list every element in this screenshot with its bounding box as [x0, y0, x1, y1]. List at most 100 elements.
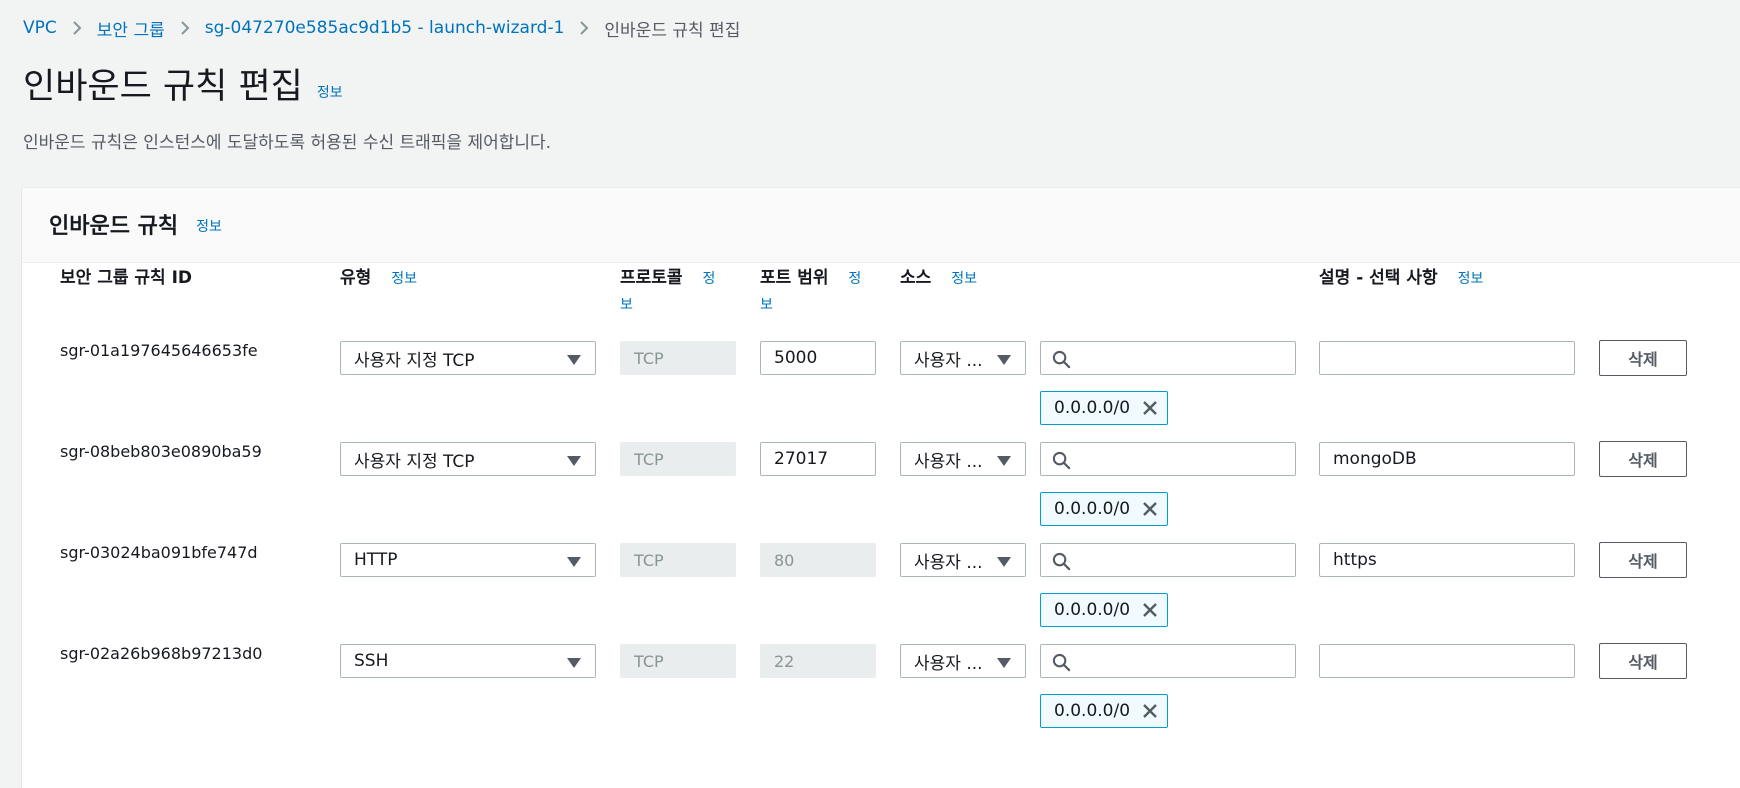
- cidr-token: 0.0.0.0/0: [1040, 391, 1168, 425]
- breadcrumb-current: 인바운드 규칙 편집: [604, 20, 741, 41]
- type-select[interactable]: 사용자 지정 TCP: [340, 341, 596, 375]
- cidr-token-label: 0.0.0.0/0: [1054, 600, 1131, 620]
- delete-rule-button[interactable]: 삭제: [1599, 340, 1687, 376]
- protocol-field: TCP: [620, 341, 736, 375]
- caret-down-icon: [997, 355, 1011, 365]
- port-range-input[interactable]: 5000: [760, 341, 876, 375]
- caret-down-icon: [997, 557, 1011, 567]
- port-range-input[interactable]: 27017: [760, 442, 876, 476]
- search-icon: [1052, 552, 1071, 571]
- delete-rule-button[interactable]: 삭제: [1599, 441, 1687, 477]
- col-header-source: 소스 정보: [900, 266, 977, 292]
- source-select[interactable]: 사용자 ...: [900, 644, 1026, 678]
- protocol-field: TCP: [620, 644, 736, 678]
- page-description: 인바운드 규칙은 인스턴스에 도달하도록 허용된 수신 트래픽을 제어합니다.: [23, 133, 552, 153]
- cidr-token-label: 0.0.0.0/0: [1054, 701, 1131, 721]
- caret-down-icon: [567, 658, 581, 668]
- source-select[interactable]: 사용자 ...: [900, 543, 1026, 577]
- type-select[interactable]: 사용자 지정 TCP: [340, 442, 596, 476]
- port-range-field: 22: [760, 644, 876, 678]
- rule-id: sgr-01a197645646653fe: [60, 341, 258, 360]
- source-select-value: 사용자 ...: [914, 653, 983, 674]
- description-input[interactable]: https: [1319, 543, 1575, 577]
- protocol-field: TCP: [620, 543, 736, 577]
- page-header: 인바운드 규칙 편집 정보: [23, 66, 343, 108]
- search-icon: [1052, 653, 1071, 672]
- description-input[interactable]: [1319, 341, 1575, 375]
- panel-info-link[interactable]: 정보: [196, 216, 222, 236]
- panel-title-row: 인바운드 규칙 정보: [49, 208, 222, 240]
- type-select-value: HTTP: [354, 550, 398, 570]
- rule-id: sgr-02a26b968b97213d0: [60, 644, 263, 663]
- rule-id: sgr-03024ba091bfe747d: [60, 543, 258, 562]
- caret-down-icon: [567, 557, 581, 567]
- chevron-right-icon: [564, 20, 604, 36]
- col-header-port-label: 포트 범위: [760, 268, 829, 288]
- breadcrumb-security-group[interactable]: sg-047270e585ac9d1b5 - launch-wizard-1: [205, 18, 565, 38]
- search-icon: [1052, 350, 1071, 369]
- cidr-token: 0.0.0.0/0: [1040, 694, 1168, 728]
- page-info-link[interactable]: 정보: [317, 82, 343, 102]
- col-header-id-label: 보안 그룹 규칙 ID: [60, 268, 193, 288]
- port-info-link[interactable]: 정: [848, 271, 861, 287]
- source-select[interactable]: 사용자 ...: [900, 341, 1026, 375]
- delete-rule-button[interactable]: 삭제: [1599, 643, 1687, 679]
- rule-id: sgr-08beb803e0890ba59: [60, 442, 262, 461]
- type-select[interactable]: HTTP: [340, 543, 596, 577]
- type-select-value: SSH: [354, 651, 389, 671]
- port-info-link-cont[interactable]: 보: [760, 297, 773, 313]
- col-header-type-label: 유형: [340, 268, 372, 288]
- caret-down-icon: [567, 456, 581, 466]
- breadcrumb-security-groups[interactable]: 보안 그룹: [97, 16, 165, 41]
- source-select-value: 사용자 ...: [914, 451, 983, 472]
- source-search-input[interactable]: [1040, 341, 1296, 375]
- protocol-field: TCP: [620, 442, 736, 476]
- port-range-field: 80: [760, 543, 876, 577]
- source-search-input[interactable]: [1040, 442, 1296, 476]
- panel-title: 인바운드 규칙: [49, 214, 179, 239]
- col-header-port: 포트 범위 정 보: [760, 266, 870, 318]
- col-header-protocol: 프로토콜 정 보: [620, 266, 730, 318]
- breadcrumb: VPC 보안 그룹 sg-047270e585ac9d1b5 - launch-…: [23, 16, 741, 41]
- cidr-token: 0.0.0.0/0: [1040, 593, 1168, 627]
- source-select-value: 사용자 ...: [914, 552, 983, 573]
- col-header-type: 유형 정보: [340, 266, 417, 292]
- description-info-link[interactable]: 정보: [1458, 271, 1484, 287]
- chevron-right-icon: [165, 20, 205, 36]
- col-header-desc-label: 설명 - 선택 사항: [1319, 268, 1438, 288]
- close-icon[interactable]: [1141, 500, 1159, 518]
- cidr-token-label: 0.0.0.0/0: [1054, 499, 1131, 519]
- page-title: 인바운드 규칙 편집: [23, 67, 303, 107]
- close-icon[interactable]: [1141, 601, 1159, 619]
- caret-down-icon: [567, 355, 581, 365]
- caret-down-icon: [997, 456, 1011, 466]
- col-header-description: 설명 - 선택 사항 정보: [1319, 266, 1483, 292]
- type-select[interactable]: SSH: [340, 644, 596, 678]
- source-select[interactable]: 사용자 ...: [900, 442, 1026, 476]
- search-icon: [1052, 451, 1071, 470]
- protocol-info-link[interactable]: 정: [702, 271, 715, 287]
- inbound-rules-panel: 인바운드 규칙 정보 보안 그룹 규칙 ID 유형 정보 프로토콜 정 보 포트…: [22, 187, 1740, 788]
- source-search-input[interactable]: [1040, 543, 1296, 577]
- col-header-protocol-label: 프로토콜: [620, 268, 683, 288]
- chevron-right-icon: [57, 20, 97, 36]
- panel-header: 인바운드 규칙 정보: [22, 188, 1740, 263]
- close-icon[interactable]: [1141, 702, 1159, 720]
- close-icon[interactable]: [1141, 399, 1159, 417]
- source-info-link[interactable]: 정보: [951, 271, 977, 287]
- source-select-value: 사용자 ...: [914, 350, 983, 371]
- col-header-id: 보안 그룹 규칙 ID: [60, 266, 192, 291]
- caret-down-icon: [997, 658, 1011, 668]
- col-header-source-label: 소스: [900, 268, 932, 288]
- description-input[interactable]: mongoDB: [1319, 442, 1575, 476]
- type-select-value: 사용자 지정 TCP: [354, 451, 475, 472]
- source-search-input[interactable]: [1040, 644, 1296, 678]
- type-select-value: 사용자 지정 TCP: [354, 350, 475, 371]
- delete-rule-button[interactable]: 삭제: [1599, 542, 1687, 578]
- description-input[interactable]: [1319, 644, 1575, 678]
- type-info-link[interactable]: 정보: [391, 271, 417, 287]
- protocol-info-link-cont[interactable]: 보: [620, 297, 633, 313]
- breadcrumb-vpc[interactable]: VPC: [23, 18, 57, 38]
- cidr-token: 0.0.0.0/0: [1040, 492, 1168, 526]
- cidr-token-label: 0.0.0.0/0: [1054, 398, 1131, 418]
